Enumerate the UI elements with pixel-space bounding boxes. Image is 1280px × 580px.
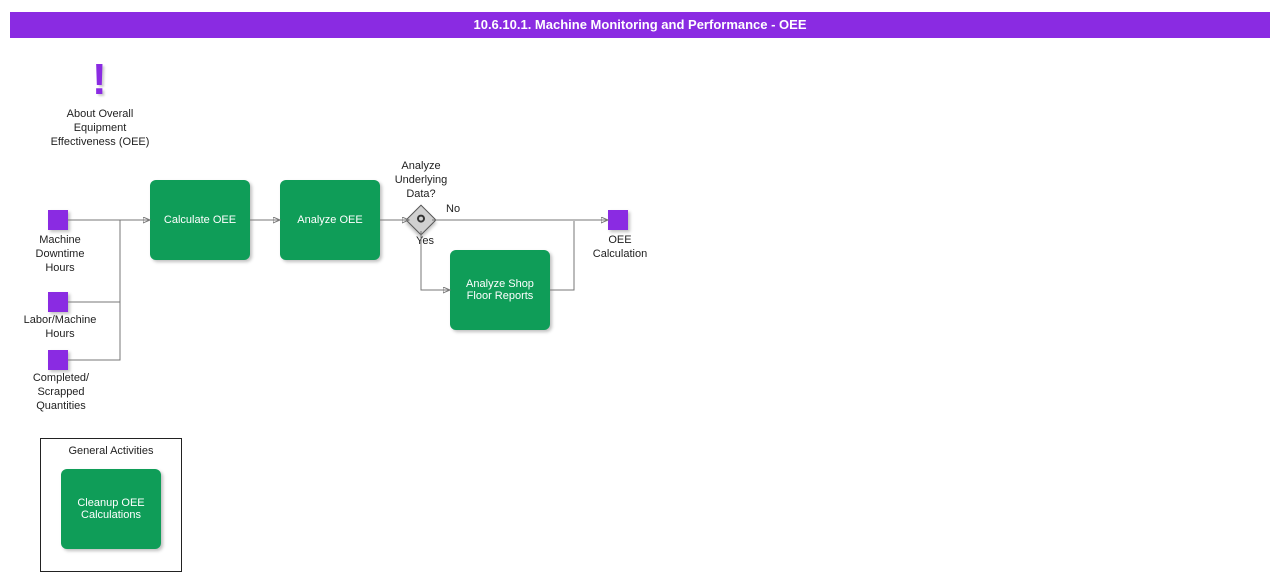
input-labor-machine-icon[interactable] <box>48 292 68 312</box>
gateway-yes-label: Yes <box>416 235 434 247</box>
gateway-no-label: No <box>446 203 460 215</box>
input-labor-machine-label: Labor/Machine Hours <box>10 314 110 342</box>
activity-cleanup-oee[interactable]: Cleanup OEE Calculations <box>61 469 161 549</box>
input-completed-scrapped-icon[interactable] <box>48 350 68 370</box>
diagram-canvas: 10.6.10.1. Machine Monitoring and Perfor… <box>0 0 1280 580</box>
activity-analyze-shop-floor[interactable]: Analyze Shop Floor Reports <box>450 250 550 330</box>
input-machine-downtime-label: Machine Downtime Hours <box>20 234 100 275</box>
info-about-oee-label: About Overall Equipment Effectiveness (O… <box>30 108 170 149</box>
general-activities-container: General Activities Cleanup OEE Calculati… <box>40 438 182 572</box>
output-oee-calculation-label: OEE Calculation <box>580 234 660 262</box>
activity-analyze-oee[interactable]: Analyze OEE <box>280 180 380 260</box>
flow-edges <box>0 0 1280 580</box>
output-oee-calculation-icon[interactable] <box>608 210 628 230</box>
page-title: 10.6.10.1. Machine Monitoring and Perfor… <box>10 12 1270 38</box>
exclamation-icon[interactable]: ! <box>92 58 107 102</box>
general-activities-title: General Activities <box>41 439 181 459</box>
gateway-label: Analyze Underlying Data? <box>383 160 459 201</box>
gateway-analyze-data[interactable] <box>405 204 436 235</box>
activity-calculate-oee[interactable]: Calculate OEE <box>150 180 250 260</box>
input-machine-downtime-icon[interactable] <box>48 210 68 230</box>
input-completed-scrapped-label: Completed/ Scrapped Quantities <box>16 372 106 413</box>
